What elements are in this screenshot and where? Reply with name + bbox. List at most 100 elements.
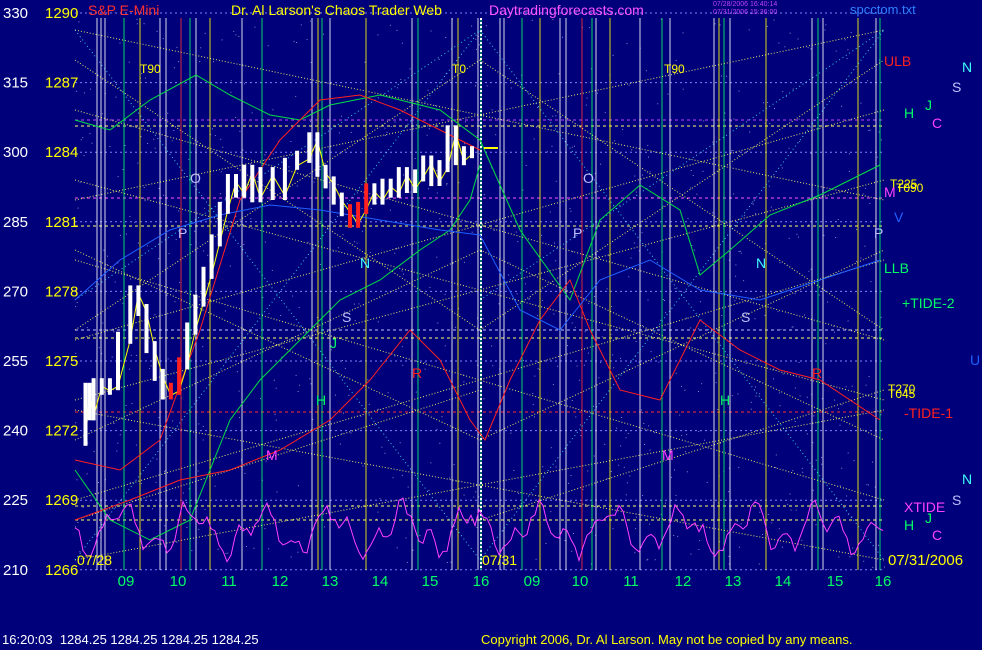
noise-dot bbox=[140, 483, 142, 484]
noise-dot bbox=[610, 333, 612, 335]
noise-dot bbox=[354, 320, 356, 322]
noise-dot bbox=[620, 357, 621, 359]
noise-dot bbox=[179, 282, 181, 284]
noise-dot bbox=[485, 25, 487, 27]
noise-dot bbox=[426, 134, 428, 136]
noise-dot bbox=[531, 19, 533, 21]
noise-dot bbox=[176, 541, 178, 543]
site-link[interactable]: Daytradingforecasts.com bbox=[489, 2, 644, 18]
noise-dot bbox=[356, 242, 358, 244]
noise-dot bbox=[146, 245, 148, 247]
price-bar bbox=[348, 204, 352, 228]
noise-dot bbox=[784, 46, 786, 48]
noise-dot bbox=[343, 412, 344, 414]
noise-dot bbox=[136, 23, 138, 25]
noise-dot bbox=[712, 212, 714, 214]
noise-dot bbox=[658, 361, 660, 363]
noise-dot bbox=[687, 218, 689, 220]
noise-dot bbox=[310, 62, 312, 63]
noise-dot bbox=[692, 175, 694, 176]
noise-dot bbox=[103, 249, 105, 251]
noise-dot bbox=[204, 508, 206, 510]
noise-dot bbox=[207, 283, 209, 285]
noise-dot bbox=[155, 481, 157, 483]
noise-dot bbox=[792, 326, 794, 328]
noise-dot bbox=[642, 495, 644, 496]
noise-dot bbox=[320, 263, 322, 265]
noise-dot bbox=[362, 230, 364, 232]
noise-dot bbox=[868, 130, 870, 131]
noise-dot bbox=[78, 21, 80, 23]
noise-dot bbox=[178, 210, 180, 212]
noise-dot bbox=[569, 501, 571, 503]
noise-dot bbox=[564, 540, 566, 542]
noise-dot bbox=[730, 120, 732, 122]
noise-dot bbox=[510, 87, 512, 89]
noise-dot bbox=[608, 254, 610, 256]
noise-dot bbox=[866, 484, 868, 486]
price-bar bbox=[445, 125, 450, 173]
noise-dot bbox=[119, 434, 121, 436]
noise-dot bbox=[686, 434, 688, 436]
noise-dot bbox=[136, 18, 138, 20]
noise-dot bbox=[846, 495, 848, 497]
noise-dot bbox=[225, 552, 227, 554]
noise-dot bbox=[623, 466, 625, 468]
price-bar bbox=[356, 201, 361, 228]
noise-dot bbox=[593, 455, 595, 457]
noise-dot bbox=[101, 113, 103, 115]
noise-dot bbox=[824, 29, 826, 31]
noise-dot bbox=[555, 466, 557, 468]
noise-dot bbox=[167, 112, 169, 114]
chart-root: 330 315 300 285 270 255 240 225 210 1290 1287 1284 1… bbox=[0, 0, 982, 650]
planet-label: S bbox=[952, 492, 961, 508]
noise-dot bbox=[792, 88, 794, 90]
noise-dot bbox=[476, 527, 478, 529]
noise-dot bbox=[508, 262, 510, 264]
noise-dot bbox=[361, 208, 363, 210]
noise-dot bbox=[704, 439, 705, 441]
noise-dot bbox=[537, 368, 539, 370]
noise-dot bbox=[715, 372, 717, 374]
noise-dot bbox=[429, 286, 431, 288]
noise-dot bbox=[618, 464, 620, 466]
y-price-label: 1266 bbox=[45, 562, 78, 579]
noise-dot bbox=[298, 306, 300, 308]
noise-dot bbox=[869, 129, 871, 131]
noise-dot bbox=[834, 331, 835, 333]
noise-dot bbox=[533, 138, 535, 140]
noise-dot bbox=[625, 437, 627, 439]
noise-dot bbox=[158, 417, 160, 419]
noise-dot bbox=[436, 192, 438, 194]
noise-dot bbox=[630, 257, 632, 259]
noise-dot bbox=[541, 299, 543, 301]
chaos-trader-chart: 330 315 300 285 270 255 240 225 210 1290 1287 1284 1… bbox=[3, 5, 980, 590]
y-angle-label: 255 bbox=[3, 353, 28, 370]
noise-dot bbox=[795, 509, 797, 511]
noise-dot bbox=[736, 520, 738, 522]
noise-dot bbox=[522, 189, 524, 191]
noise-dot bbox=[144, 77, 146, 79]
price-bar bbox=[128, 285, 133, 344]
noise-dot bbox=[749, 131, 751, 133]
noise-dot bbox=[427, 89, 429, 91]
noise-dot bbox=[625, 494, 627, 496]
noise-dot bbox=[368, 403, 370, 405]
noise-dot bbox=[131, 403, 133, 405]
noise-dot bbox=[590, 527, 592, 528]
noise-dot bbox=[156, 458, 158, 460]
noise-dot bbox=[401, 270, 403, 272]
noise-dot bbox=[627, 432, 629, 434]
noise-dot bbox=[341, 433, 343, 435]
noise-dot bbox=[264, 241, 266, 243]
noise-dot bbox=[354, 241, 356, 243]
angle-line bbox=[74, 59, 481, 331]
noise-dot bbox=[862, 193, 864, 195]
noise-dot bbox=[243, 244, 245, 245]
noise-dot bbox=[737, 393, 739, 395]
noise-dot bbox=[759, 393, 761, 395]
price-bar bbox=[185, 322, 190, 370]
planet-label: M bbox=[662, 447, 674, 463]
noise-dot bbox=[250, 218, 252, 220]
noise-dot bbox=[300, 24, 302, 26]
